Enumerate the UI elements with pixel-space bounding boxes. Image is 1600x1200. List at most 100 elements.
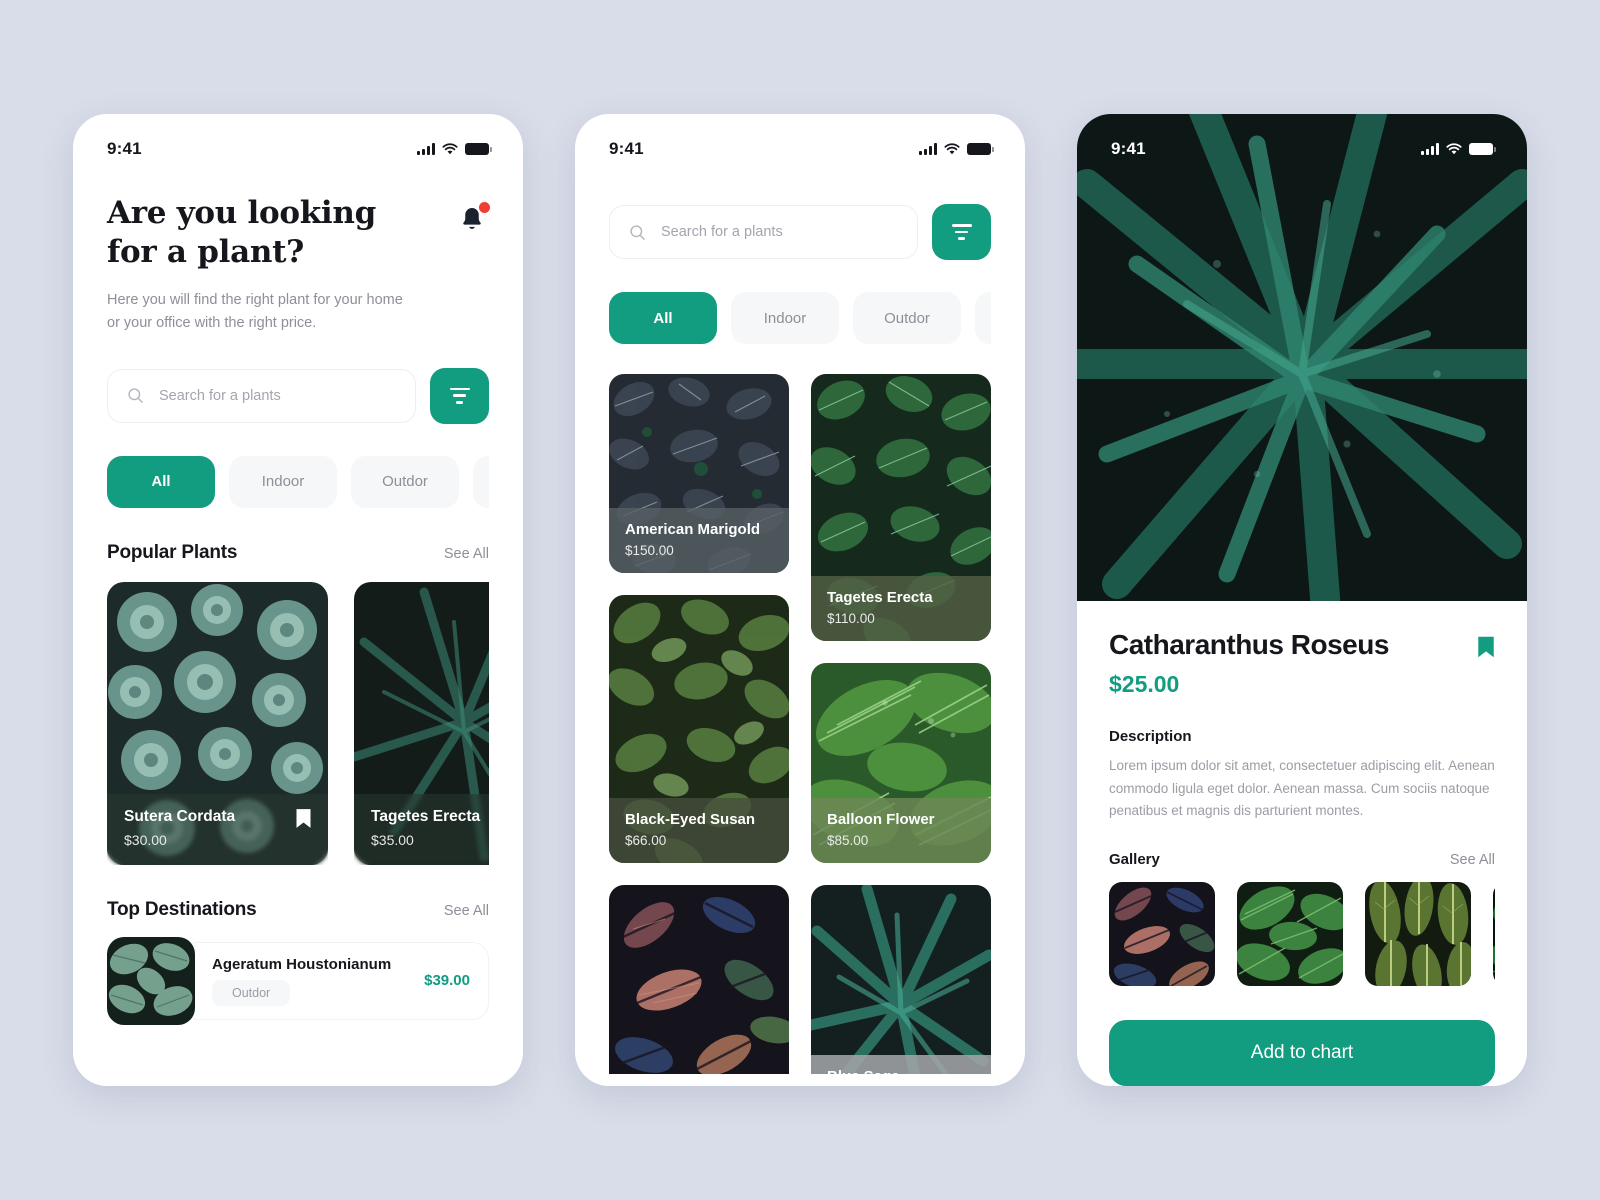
plant-image-monstera-thumb [1237, 882, 1343, 987]
headline-line-2: for a plant? [107, 234, 304, 271]
search-icon [630, 224, 645, 240]
plant-card[interactable]: Tagetes Erecta $35.00 [354, 581, 489, 865]
plant-card[interactable] [609, 885, 789, 1074]
description-label: Description [1109, 728, 1192, 745]
plant-card-overlay: Tagetes Erecta $110.00 [811, 576, 991, 641]
plant-grid[interactable]: American Marigold $150.00 Black-Eyed Sus… [609, 374, 991, 1074]
wifi-icon [1446, 143, 1462, 155]
chip-all[interactable]: All [107, 455, 215, 508]
popular-plants-header: Popular Plants See All [107, 542, 489, 564]
hero-image-container: 9:41 [1077, 114, 1527, 601]
plant-card-overlay: Black-Eyed Susan $66.00 [609, 798, 789, 863]
plant-image-ageratum [107, 936, 195, 1025]
search-input[interactable]: Search for a plants [609, 205, 918, 259]
plant-image-croton [609, 885, 789, 1074]
search-icon [128, 388, 143, 403]
popular-plants-carousel[interactable]: Sutera Cordata $30.00 Tagetes Erecta $35… [107, 581, 489, 865]
plant-card[interactable]: Blue Sage [811, 885, 991, 1074]
search-input[interactable]: Search for a plants [107, 368, 416, 423]
chip-indoor[interactable]: Indoor [731, 292, 839, 344]
status-icons [1421, 143, 1496, 155]
destination-price: $39.00 [424, 972, 470, 990]
category-chips-browse: All Indoor Outdor S [609, 292, 991, 344]
plant-name: Tagetes Erecta [371, 807, 481, 825]
status-clock: 9:41 [1111, 139, 1146, 158]
plant-name: Tagetes Erecta [827, 589, 933, 606]
plant-card[interactable]: Balloon Flower $85.00 [811, 663, 991, 863]
filter-icon-line-3 [456, 400, 463, 404]
page-title: Are you looking for a plant? [107, 194, 376, 273]
gallery-thumbnail[interactable] [1237, 882, 1343, 987]
headline-line-1: Are you looking [107, 195, 377, 231]
plant-image-dark-green-thumb [1493, 882, 1495, 987]
filter-button[interactable] [430, 367, 489, 424]
top-destinations-header: Top Destinations See All [107, 899, 489, 921]
gallery-header: Gallery See All [1109, 851, 1495, 868]
plant-card[interactable]: Sutera Cordata $30.00 [107, 581, 328, 865]
notifications-button[interactable] [457, 202, 490, 236]
bookmark-button[interactable] [1477, 635, 1495, 664]
status-bar-home: 9:41 [73, 114, 523, 170]
top-destinations-title: Top Destinations [107, 898, 257, 920]
search-placeholder: Search for a plants [159, 387, 281, 404]
plant-card-overlay: Sutera Cordata $30.00 [107, 793, 328, 865]
plant-price: $30.00 [124, 831, 167, 848]
status-bar-browse: 9:41 [575, 114, 1025, 170]
product-title: Catharanthus Roseus [1109, 629, 1389, 660]
plant-image-blue-sage [811, 885, 991, 1074]
gallery-thumbnail[interactable] [1365, 882, 1471, 987]
popular-plants-title: Popular Plants [107, 541, 238, 563]
destination-tag: Outdor [212, 979, 291, 1006]
notification-badge [479, 202, 490, 213]
bookmark-button[interactable] [295, 808, 312, 834]
filter-icon-line-1 [449, 387, 470, 391]
phone-detail: 9:41 Catharanthus Roseus $25.00 Descript… [1077, 114, 1527, 1086]
filter-icon-line-2 [955, 230, 968, 234]
plant-card[interactable]: Tagetes Erecta $110.00 [811, 374, 991, 641]
bookmark-icon [1478, 636, 1494, 658]
gallery-thumbnail[interactable] [1109, 882, 1215, 987]
gallery-see-all-link[interactable]: See All [1450, 852, 1495, 868]
wifi-icon [944, 143, 960, 155]
cellular-signal-icon [1421, 143, 1439, 155]
browse-content: Search for a plants All Indoor Outdor S [575, 204, 1025, 1074]
filter-button[interactable] [932, 204, 991, 260]
plant-price: $85.00 [827, 833, 869, 848]
plant-grid-column-right: Tagetes Erecta $110.00 Balloon Flower $8… [811, 374, 991, 1074]
destinations-see-all-link[interactable]: See All [444, 903, 489, 919]
add-to-cart-button[interactable]: Add to chart [1109, 1020, 1495, 1086]
status-icons [417, 143, 492, 155]
detail-content: Catharanthus Roseus $25.00 Description L… [1077, 629, 1527, 1086]
chip-more[interactable]: S [975, 292, 991, 344]
cellular-signal-icon [417, 143, 435, 155]
plant-card[interactable]: American Marigold $150.00 [609, 374, 789, 573]
browse-search-row: Search for a plants [609, 204, 991, 260]
destination-list-item[interactable]: Ageratum Houstonianum Outdor $39.00 [107, 936, 489, 1025]
plant-card-overlay: Blue Sage [811, 1055, 991, 1074]
chip-indoor[interactable]: Indoor [229, 455, 337, 508]
status-clock: 9:41 [609, 139, 644, 158]
page-subtitle: Here you will find the right plant for y… [107, 291, 403, 332]
gallery-thumbnails[interactable] [1109, 882, 1495, 987]
search-placeholder: Search for a plants [661, 224, 783, 240]
status-bar-detail: 9:41 [1077, 114, 1527, 170]
chip-outdor[interactable]: Outdor [853, 292, 961, 344]
chip-all[interactable]: All [609, 292, 717, 344]
destination-thumbnail [107, 936, 195, 1025]
filter-icon-line-3 [958, 237, 965, 240]
plant-name: Blue Sage [827, 1068, 975, 1074]
gallery-thumbnail[interactable] [1493, 882, 1495, 987]
cellular-signal-icon [919, 143, 937, 155]
plant-name: Balloon Flower [827, 811, 935, 828]
plant-card[interactable]: Black-Eyed Susan $66.00 [609, 595, 789, 863]
status-icons [919, 143, 994, 155]
chip-outdor[interactable]: Outdor [351, 455, 459, 508]
popular-see-all-link[interactable]: See All [444, 546, 489, 562]
home-search-row: Search for a plants [107, 367, 489, 424]
battery-icon [967, 143, 994, 155]
plant-price: $35.00 [371, 831, 414, 848]
destination-card[interactable]: Ageratum Houstonianum Outdor $39.00 [181, 941, 489, 1020]
description-text: Lorem ipsum dolor sit amet, consectetuer… [1109, 758, 1495, 819]
detail-title-row: Catharanthus Roseus $25.00 [1109, 629, 1495, 698]
chip-more[interactable]: S [473, 455, 489, 508]
